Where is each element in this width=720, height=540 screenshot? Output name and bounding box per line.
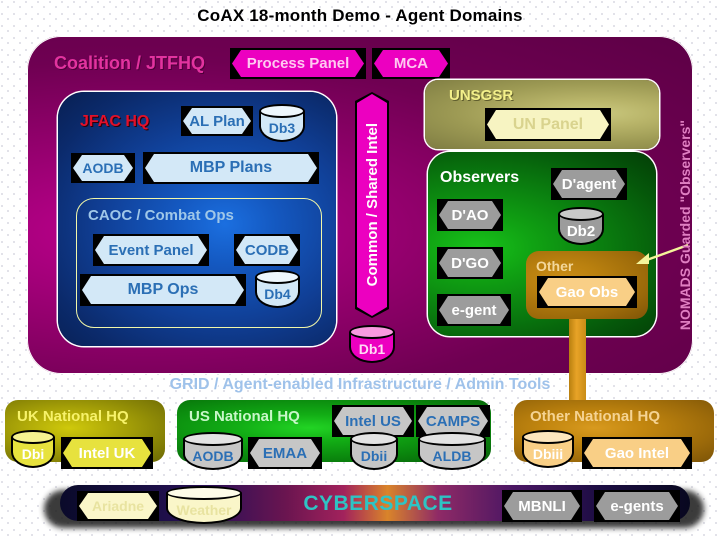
d-agent-node[interactable]: D'agent [551,168,627,200]
e-gent-node[interactable]: e-gent [437,294,511,326]
gao-intel-node[interactable]: Gao Intel [582,437,692,469]
mca-label: MCA [374,50,448,77]
intel-uk-node[interactable]: Intel UK [61,437,153,469]
db4-label: Db4 [264,286,291,302]
d-go-node[interactable]: D'GO [437,247,503,279]
db2-label: Db2 [566,222,596,240]
e-gent-label: e-gent [439,296,509,324]
camps-label: CAMPS [418,407,488,435]
db1-label: Db1 [358,341,386,357]
intel-uk-label: Intel UK [63,439,151,467]
mbp-ops-node[interactable]: MBP Ops [80,274,246,306]
aodb-node[interactable]: AODB [71,153,135,183]
db1-database-icon[interactable]: Db1 [349,325,395,363]
uk-national-hq-label: UK National HQ [17,408,129,425]
common-shared-intel-label: Common / Shared Intel [363,123,381,287]
gao-obs-node[interactable]: Gao Obs [537,276,637,308]
grid-infrastructure-label: GRID / Agent-enabled Infrastructure / Ad… [169,376,551,393]
event-panel-label: Event Panel [95,236,207,264]
coalition-jtfhq-label: Coalition / JTFHQ [54,53,205,73]
aodb-database-icon[interactable]: AODB [183,432,243,470]
common-shared-intel-body: Common / Shared Intel [357,94,387,316]
db4-database-icon[interactable]: Db4 [255,270,300,308]
mbp-plans-label: MBP Plans [145,154,317,182]
jfac-hq-label: JFAC HQ [80,113,150,130]
mbp-ops-label: MBP Ops [82,276,244,304]
unsgsr-label: UNSGSR [449,87,514,104]
al-plan-label: AL Plan [183,108,251,134]
aldb-database-icon[interactable]: ALDB [418,432,486,470]
weather-database-icon[interactable]: Weather [166,486,242,524]
observers-label: Observers [440,169,520,186]
weather-label: Weather [176,502,232,518]
codb-node[interactable]: CODB [234,234,300,266]
d-agent-label: D'agent [553,170,625,198]
dbii-label: Dbii [360,448,388,464]
nomads-guarded-observers-label: NOMADS Guarded "Observers" [672,90,698,360]
common-shared-intel-node[interactable]: Common / Shared Intel [355,92,389,318]
emaa-node[interactable]: EMAA [248,437,322,469]
caoc-combat-ops-label: CAOC / Combat Ops [88,207,234,224]
us-national-hq-label: US National HQ [189,408,300,425]
mbnli-node[interactable]: MBNLI [502,490,582,522]
nomads-label-text: NOMADS Guarded "Observers" [677,119,693,331]
other-national-hq-label: Other National HQ [530,408,661,425]
db2-database-icon[interactable]: Db2 [558,207,604,245]
mbnli-label: MBNLI [504,492,580,520]
ariadne-node[interactable]: Ariadne [77,491,159,521]
db3-label: Db3 [268,120,296,136]
emaa-label: EMAA [250,439,320,467]
process-panel-node[interactable]: Process Panel [230,48,366,79]
dbiii-database-icon[interactable]: Dbiii [522,430,574,468]
d-ao-label: D'AO [439,201,501,229]
al-plan-node[interactable]: AL Plan [181,106,253,136]
dbi-label: Dbi [21,446,45,462]
d-go-label: D'GO [439,249,501,277]
db3-database-icon[interactable]: Db3 [259,104,305,142]
un-panel-label: UN Panel [487,110,609,139]
gao-obs-label: Gao Obs [539,278,635,306]
dbiii-label: Dbiii [532,446,564,462]
process-panel-label: Process Panel [232,50,364,77]
e-gents-label: e-gents [596,492,678,520]
aldb-label: ALDB [432,448,472,464]
d-ao-node[interactable]: D'AO [437,199,503,231]
e-gents-node[interactable]: e-gents [594,490,680,522]
gao-intel-label: Gao Intel [584,439,690,467]
codb-label: CODB [236,236,298,264]
mbp-plans-node[interactable]: MBP Plans [143,152,319,184]
intel-us-label: Intel US [334,407,412,435]
aodb-db-label: AODB [192,448,234,464]
un-panel-node[interactable]: UN Panel [485,108,611,141]
mca-node[interactable]: MCA [372,48,450,79]
cyberspace-label: CYBERSPACE [303,492,453,515]
page-title: CoAX 18-month Demo - Agent Domains [197,6,523,25]
aodb-label: AODB [73,155,133,181]
other-observer-label: Other [536,258,574,274]
dbii-database-icon[interactable]: Dbii [350,432,398,470]
event-panel-node[interactable]: Event Panel [93,234,209,266]
dbi-database-icon[interactable]: Dbi [11,430,55,468]
ariadne-label: Ariadne [79,493,157,519]
